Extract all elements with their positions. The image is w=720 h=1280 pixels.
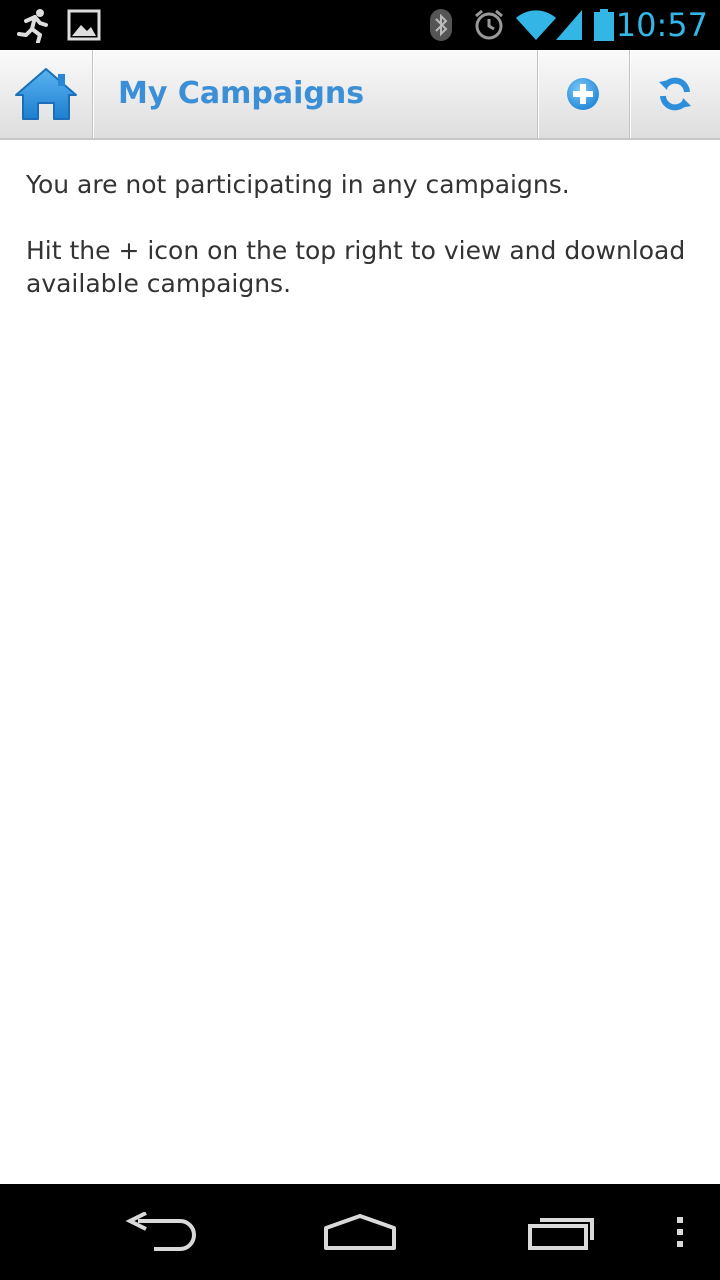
- menu-button[interactable]: [660, 1184, 700, 1280]
- no-campaigns-text: You are not participating in any campaig…: [26, 170, 570, 199]
- recent-apps-icon: [528, 1218, 594, 1250]
- signal-icon: [553, 0, 585, 50]
- add-icon: [567, 78, 599, 110]
- recent-apps-button[interactable]: [512, 1184, 612, 1280]
- refresh-icon: [659, 77, 691, 111]
- home-icon: [15, 68, 77, 120]
- home-nav-button[interactable]: [310, 1184, 410, 1280]
- empty-state-message: You are not participating in any campaig…: [26, 168, 696, 300]
- screen: 10:57 My Campaigns You are not participa…: [0, 0, 720, 1280]
- home-icon: [324, 1214, 396, 1250]
- instructions-text: Hit the + icon on the top right to view …: [26, 236, 686, 298]
- home-button[interactable]: [0, 50, 93, 138]
- bluetooth-icon: [428, 0, 454, 50]
- image-icon: [66, 0, 102, 50]
- running-man-icon: [14, 0, 54, 50]
- menu-icon: [677, 1217, 683, 1247]
- back-icon: [125, 1212, 196, 1251]
- page-title: My Campaigns: [118, 76, 365, 111]
- back-button[interactable]: [110, 1184, 210, 1280]
- status-bar: 10:57: [0, 0, 720, 50]
- wifi-icon: [516, 0, 556, 50]
- action-bar: My Campaigns: [0, 50, 720, 140]
- battery-icon: [592, 0, 616, 50]
- status-time: 10:57: [615, 6, 708, 44]
- alarm-icon: [471, 0, 507, 50]
- navigation-bar: [0, 1184, 720, 1280]
- refresh-button[interactable]: [629, 50, 720, 138]
- add-campaign-button[interactable]: [537, 50, 628, 138]
